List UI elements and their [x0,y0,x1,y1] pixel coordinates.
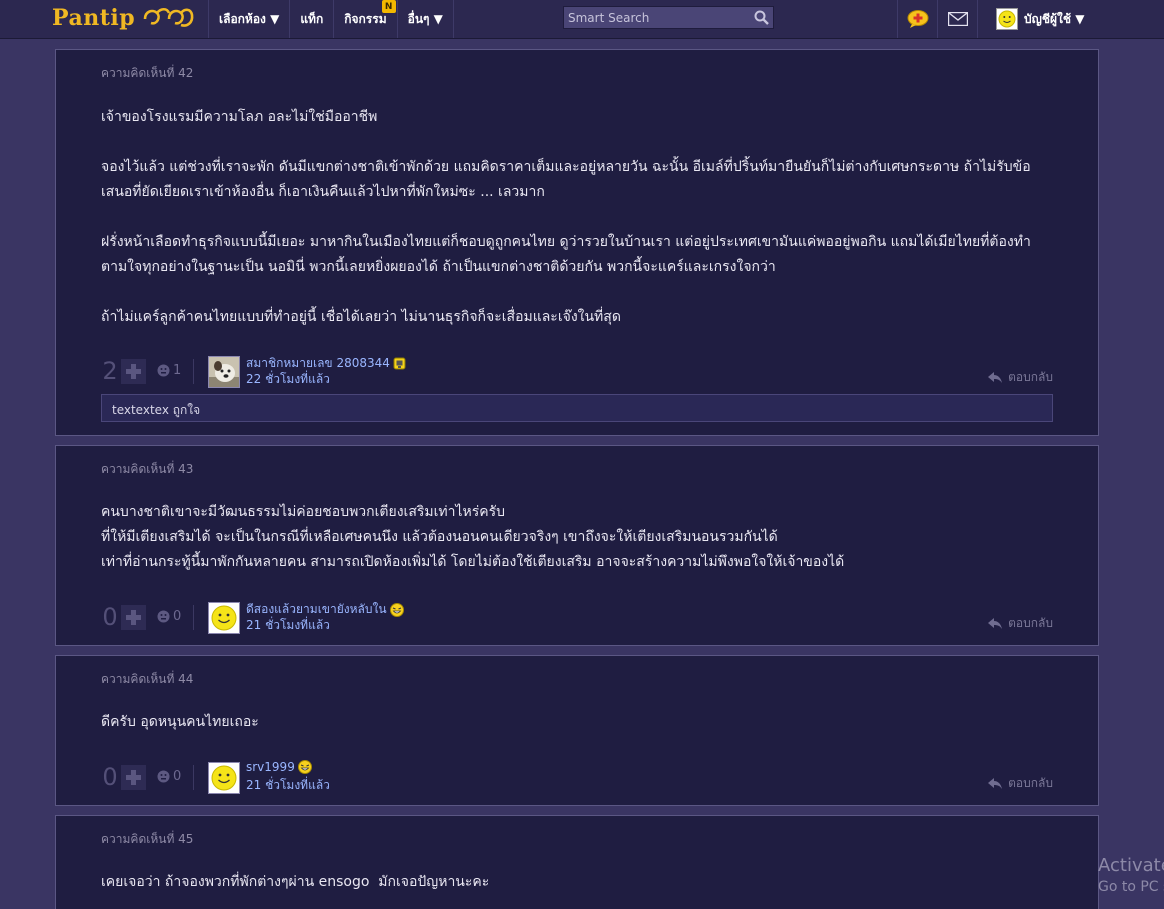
emotion-face-icon [157,610,170,623]
comment-body: ดีครับ อุดหนุนคนไทยเถอะ [101,714,259,730]
user-avatar[interactable] [208,762,240,794]
comment-footer: 0 0 ดีสองแล้วยามเขายังหลับใน 21 ชั่วโมงท… [101,602,1053,642]
nav-label: เลือกห้อง ▼ [219,11,280,26]
emotion-button[interactable]: 0 [157,769,181,784]
comment-footer: 2 1 สมาชิกหมายเลข 2808344 22 ชั่วโมงที่แ… [101,356,1053,396]
pantip-logo[interactable]: Pantip [52,3,195,33]
reply-arrow-icon [988,778,1003,789]
new-topic-button[interactable] [897,0,937,38]
logo-text: Pantip [52,5,136,31]
smart-search [563,6,774,29]
member-badge-icon [393,357,406,370]
account-menu[interactable]: บัญชีผู้ใช้ ▼ [977,0,1094,38]
user-avatar[interactable] [208,602,240,634]
reply-label: ตอบกลับ [1008,776,1053,790]
divider [193,359,194,384]
emotion-button[interactable]: 0 [157,609,181,624]
emotion-count: 0 [173,609,182,624]
smiley-avatar-icon [209,603,239,633]
reply-label: ตอบกลับ [1008,370,1053,384]
chat-plus-icon [907,10,928,28]
nav-activities[interactable]: กิจกรรม N [333,0,396,38]
comment-number: ความคิดเห็นที่ 43 [101,462,194,476]
divider [193,605,194,630]
dog-avatar-icon [209,357,239,387]
messages-button[interactable] [937,0,977,38]
plus-icon [126,610,141,625]
emotion-count: 1 [173,363,182,378]
header-actions: บัญชีผู้ใช้ ▼ [897,0,1094,38]
comment-number: ความคิดเห็นที่ 44 [101,672,194,686]
nav-tags[interactable]: แท็ก [289,0,333,38]
reply-button[interactable]: ตอบกลับ [988,774,1053,793]
nav-label: กิจกรรม [344,11,387,26]
plus-icon [126,364,141,379]
search-input[interactable] [564,7,749,28]
vote-plus-button[interactable] [121,605,146,630]
comment-body: คนบางชาติเขาจะมีวัฒนธรรมไม่ค่อยชอบพวกเตี… [101,504,845,570]
vote-score: 2 [102,357,118,385]
windows-activation-watermark: Activate Go to PC s [1098,855,1164,897]
comment-43: ความคิดเห็นที่ 43 คนบางชาติเขาจะมีวัฒนธร… [55,445,1099,646]
account-label: บัญชีผู้ใช้ ▼ [1024,11,1085,26]
post-time: 21 ชั่วโมงที่แล้ว [246,618,330,632]
comment-body: เจ้าของโรงแรมมีความโลภ อละไม่ใช่มืออาชีพ… [101,109,1031,325]
divider [193,765,194,790]
watermark-line-2: Go to PC s [1098,879,1164,895]
vote-score: 0 [102,763,118,791]
likes-text: textextex ถูกใจ [112,403,201,417]
laugh-emoji-icon [297,760,312,774]
likes-summary[interactable]: textextex ถูกใจ [101,394,1053,422]
nav-select-room[interactable]: เลือกห้อง ▼ [208,0,289,38]
emotion-count: 0 [173,769,182,784]
account-avatar [996,8,1018,30]
reply-button[interactable]: ตอบกลับ [988,368,1053,387]
comment-number: ความคิดเห็นที่ 42 [101,66,194,80]
top-navigation-bar: Pantip เลือกห้อง ▼ แท็ก กิจกรรม N อื่นๆ … [0,0,1164,39]
smiley-avatar-icon [209,763,239,793]
reply-arrow-icon [988,372,1003,383]
post-time: 22 ชั่วโมงที่แล้ว [246,372,330,386]
comment-45: ความคิดเห็นที่ 45 เคยเจอว่า ถ้าจองพวกที่… [55,815,1099,909]
user-name-link[interactable]: srv1999 [246,760,312,774]
laugh-emoji-icon [389,602,404,617]
user-name: srv1999 [246,760,295,774]
reply-arrow-icon [988,618,1003,629]
emotion-button[interactable]: 1 [157,363,181,378]
watermark-line-1: Activate [1098,855,1164,876]
comment-number: ความคิดเห็นที่ 45 [101,832,194,846]
smiley-icon [998,10,1016,28]
vote-score: 0 [102,603,118,631]
comment-44: ความคิดเห็นที่ 44 ดีครับ อุดหนุนคนไทยเถอ… [55,655,1099,806]
mail-icon [947,12,968,26]
post-time: 21 ชั่วโมงที่แล้ว [246,778,330,792]
vote-plus-button[interactable] [121,359,146,384]
nav-label: อื่นๆ ▼ [407,11,443,26]
plus-icon [126,770,141,785]
search-icon[interactable] [749,7,773,28]
emotion-face-icon [157,364,170,377]
emotion-face-icon [157,770,170,783]
nav-label: แท็ก [300,11,324,26]
vote-plus-button[interactable] [121,765,146,790]
comment-footer: 0 0 srv1999 21 ชั่วโมงที่แล้ว ตอบกลับ [101,760,1053,802]
comment-42: ความคิดเห็นที่ 42 เจ้าของโรงแรมมีความโลภ… [55,49,1099,436]
comment-body: เคยเจอว่า ถ้าจองพวกที่พักต่างๆผ่าน ensog… [101,874,490,890]
nav-others[interactable]: อื่นๆ ▼ [396,0,454,38]
main-nav: เลือกห้อง ▼ แท็ก กิจกรรม N อื่นๆ ▼ [208,0,454,38]
user-avatar[interactable] [208,356,240,388]
reply-button[interactable]: ตอบกลับ [988,614,1053,633]
logo-glyph-icon [143,7,194,27]
reply-label: ตอบกลับ [1008,616,1053,630]
new-badge: N [381,0,396,13]
